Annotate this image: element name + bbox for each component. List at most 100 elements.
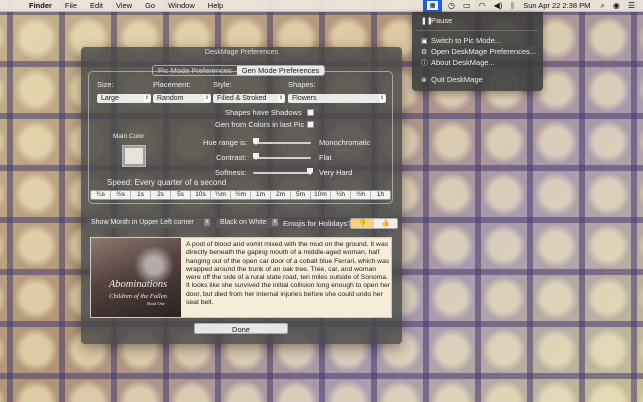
- shadows-checkbox[interactable]: [307, 109, 314, 116]
- chevron-updown-icon: ⇕: [379, 95, 385, 102]
- menu-help[interactable]: Help: [208, 1, 223, 10]
- menu-item-quit[interactable]: ⊗ Quit DeskMage: [412, 74, 543, 85]
- speed-option[interactable]: 1h: [371, 191, 390, 199]
- speed-option[interactable]: ¼s: [91, 191, 111, 199]
- clock-icon[interactable]: ◷: [448, 0, 455, 12]
- main-color-well[interactable]: [122, 145, 146, 167]
- speed-option[interactable]: 5s: [171, 191, 191, 199]
- text-preview: Abominations Children of the Fallen Book…: [90, 237, 392, 318]
- contrast-value: Flat: [319, 153, 332, 162]
- speed-option[interactable]: ¼h: [331, 191, 351, 199]
- placement-value: Random: [157, 95, 184, 102]
- speed-option[interactable]: ¼m: [211, 191, 231, 199]
- contrast-label: Contrast:: [216, 153, 247, 162]
- deskmage-status-item[interactable]: ▦: [423, 0, 443, 12]
- bluetooth-icon[interactable]: ᛒ: [510, 0, 515, 12]
- hue-range-label: Hue range is:: [203, 138, 248, 147]
- deskmage-icon: ▦: [427, 1, 439, 10]
- chevron-updown-icon: ⇕: [204, 219, 210, 226]
- menu-item-open-preferences[interactable]: ⚙ Open DeskMage Preferences...: [412, 46, 543, 57]
- speed-option[interactable]: ½m: [231, 191, 251, 199]
- speed-option[interactable]: ½h: [351, 191, 371, 199]
- chevron-updown-icon: ⇕: [204, 95, 210, 102]
- siri-icon[interactable]: ◉: [613, 0, 620, 12]
- menu-item-label: Quit DeskMage: [431, 75, 483, 84]
- book-title: Abominations: [108, 279, 168, 290]
- done-button[interactable]: Done: [194, 323, 288, 334]
- menu-go[interactable]: Go: [145, 1, 155, 10]
- shapes-select[interactable]: Flowers ⇕: [288, 94, 386, 103]
- gear-icon: ⚙: [421, 48, 428, 56]
- quit-icon: ⊗: [421, 76, 427, 84]
- menu-separator: [416, 30, 539, 31]
- menu-item-label: Open DeskMage Preferences...: [431, 47, 537, 56]
- menu-file[interactable]: File: [65, 1, 77, 10]
- size-select[interactable]: Large ⇕: [97, 94, 151, 103]
- menu-edit[interactable]: Edit: [90, 1, 103, 10]
- placement-select[interactable]: Random ⇕: [153, 94, 211, 103]
- style-select[interactable]: Filled & Stroked ⇕: [213, 94, 285, 103]
- contrast-slider[interactable]: [253, 157, 311, 159]
- text-color-value: Black on White: [220, 219, 267, 226]
- menu-view[interactable]: View: [116, 1, 132, 10]
- thumbs-up-icon[interactable]: 👍: [374, 219, 397, 228]
- menu-window[interactable]: Window: [168, 1, 195, 10]
- main-color-label: Main Color: [113, 133, 145, 140]
- menu-item-label: Switch to Pic Mode...: [431, 36, 502, 45]
- gen-colors-checkbox[interactable]: [307, 121, 314, 128]
- speed-option[interactable]: 2m: [271, 191, 291, 199]
- emoji-toggle: 👎 👍: [350, 218, 398, 229]
- story-text: A pool of blood and vomit mixed with the…: [186, 241, 391, 307]
- placement-label: Placement:: [153, 80, 191, 89]
- menu-item-label: About DeskMage...: [431, 58, 495, 67]
- emoji-holidays-label: Emojis for Holidays?: [283, 219, 352, 228]
- size-value: Large: [101, 95, 119, 102]
- book-number: Book One: [147, 301, 165, 306]
- hue-range-slider[interactable]: [253, 142, 311, 144]
- speed-option[interactable]: 10s: [191, 191, 211, 199]
- text-color-select[interactable]: Black on White ⇕: [216, 218, 279, 228]
- status-area: ▦ ◷ ▭ ◠ ◀) ᛒ Sun Apr 22 2:38 PM ⌕ ◉ ☰: [423, 0, 643, 12]
- pause-icon: ❚❚: [421, 17, 433, 25]
- gen-colors-label: Gen from Colors in last Pic: [215, 120, 305, 129]
- chevron-updown-icon: ⇕: [272, 219, 278, 226]
- notification-icon[interactable]: ☰: [628, 0, 635, 12]
- speed-option[interactable]: 5m: [291, 191, 311, 199]
- speed-option[interactable]: 2s: [151, 191, 171, 199]
- menu-item-switch-mode[interactable]: ▣ Switch to Pic Mode...: [412, 35, 543, 46]
- deskmage-menu: ❚❚ Pause ▣ Switch to Pic Mode... ⚙ Open …: [412, 12, 543, 91]
- book-subtitle: Children of the Fallen: [109, 293, 167, 300]
- speed-segmented-control: ¼s ½s 1s 2s 5s 10s ¼m ½m 1m 2m 5m 10m ¼h…: [90, 190, 391, 200]
- speed-option[interactable]: 1s: [131, 191, 151, 199]
- thumbs-down-icon[interactable]: 👎: [351, 219, 374, 228]
- main-color-swatch: [125, 148, 143, 164]
- month-position-select[interactable]: Show Month in Upper Left corner ⇕: [87, 218, 211, 228]
- tab-pic-mode[interactable]: Pic Mode Preferences: [153, 66, 237, 75]
- speed-option[interactable]: 1m: [251, 191, 271, 199]
- menu-app-name[interactable]: Finder: [29, 1, 52, 10]
- window-title: DeskMage Preferences: [204, 49, 279, 56]
- volume-icon[interactable]: ◀): [494, 0, 503, 12]
- menu-item-label: Pause: [431, 16, 453, 25]
- preferences-tabs: Pic Mode Preferences Gen Mode Preference…: [152, 65, 326, 76]
- menu-item-pause[interactable]: ❚❚ Pause: [412, 15, 543, 26]
- style-label: Style:: [213, 80, 232, 89]
- battery-icon[interactable]: ▭: [463, 0, 471, 12]
- camera-icon: ▣: [421, 37, 428, 45]
- tab-gen-mode[interactable]: Gen Mode Preferences: [236, 66, 325, 75]
- menubar-clock[interactable]: Sun Apr 22 2:38 PM: [523, 1, 590, 10]
- search-icon[interactable]: ⌕: [600, 0, 604, 12]
- menu-item-about[interactable]: ⓘ About DeskMage...: [412, 57, 543, 68]
- softness-slider[interactable]: [253, 172, 311, 174]
- speed-option[interactable]: 10m: [311, 191, 331, 199]
- menu-bar: Finder File Edit View Go Window Help ▦ ◷…: [0, 0, 643, 12]
- wifi-icon[interactable]: ◠: [479, 0, 486, 12]
- speed-label: Speed: Every quarter of a second: [107, 178, 227, 187]
- shadows-label: Shapes have Shadows: [225, 108, 302, 117]
- speed-option[interactable]: ½s: [111, 191, 131, 199]
- chevron-updown-icon: ⇕: [278, 95, 284, 102]
- book-cover-image: Abominations Children of the Fallen Book…: [91, 238, 181, 317]
- size-label: Size:: [97, 80, 114, 89]
- softness-label: Softness:: [215, 168, 247, 177]
- info-icon: ⓘ: [421, 59, 428, 67]
